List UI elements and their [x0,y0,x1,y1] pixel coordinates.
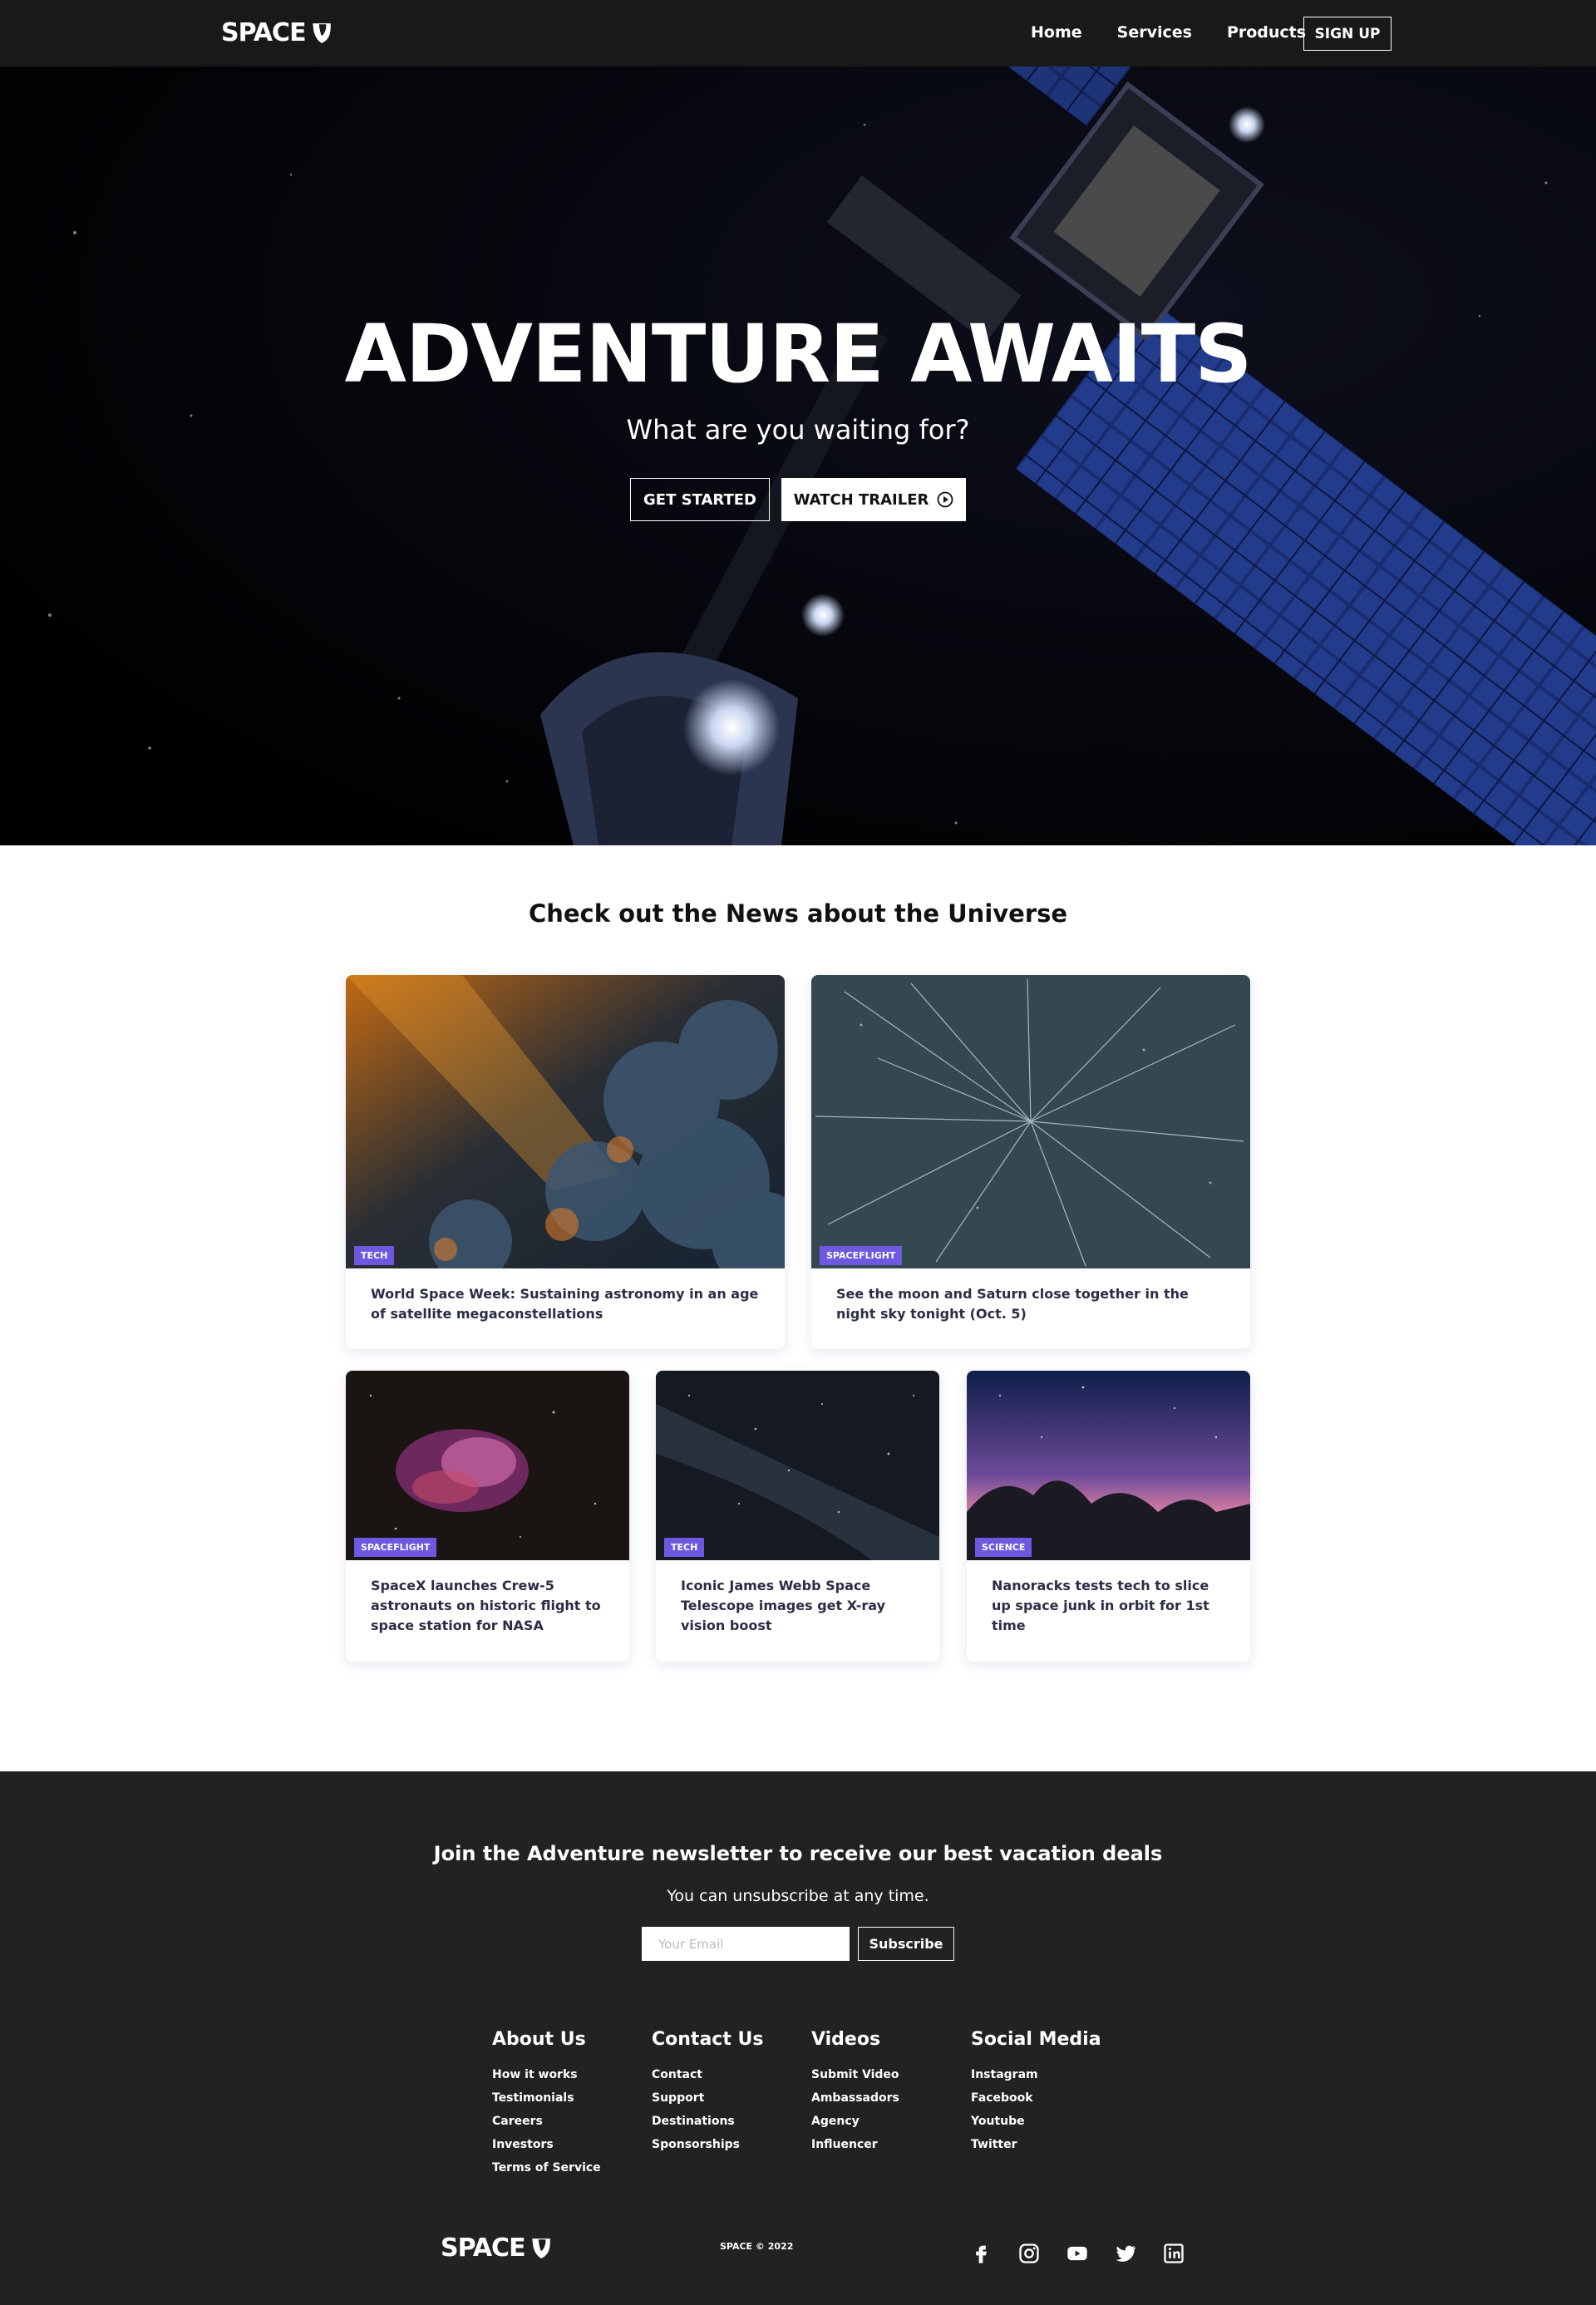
footer-brand-logo[interactable]: SPACE [441,2234,552,2263]
footer-link[interactable]: Sponsorships [652,2133,763,2156]
watch-trailer-button[interactable]: WATCH TRAILER [781,478,966,521]
footer-column-title: About Us [492,2029,586,2050]
nav-home[interactable]: Home [1031,23,1082,42]
footer-column-title: Videos [811,2029,881,2050]
footer-link[interactable]: Contact [652,2063,763,2086]
youtube-icon[interactable] [1066,2242,1089,2265]
footer-link[interactable]: Destinations [652,2110,763,2133]
newsletter-email-input[interactable] [642,1927,850,1961]
news-card-image [346,975,785,1268]
footer-link[interactable]: Support [652,2086,763,2110]
footer-column-social: Social Media Instagram Facebook Youtube … [971,2029,1101,2156]
news-card[interactable]: SCIENCE Nanoracks tests tech to slice up… [967,1371,1250,1662]
footer-link[interactable]: Twitter [971,2133,1101,2156]
footer-column-about: About Us How it works Testimonials Caree… [492,2029,601,2179]
footer-column-title: Social Media [971,2029,1101,2050]
news-card-title: Nanoracks tests tech to slice up space j… [992,1578,1209,1633]
hero-actions: GET STARTED WATCH TRAILER [630,478,966,521]
footer-link[interactable]: Youtube [971,2110,1101,2133]
logo-icon [311,22,332,45]
news-section-title: Check out the News about the Universe [528,899,1068,928]
footer-link[interactable]: How it works [492,2063,601,2086]
get-started-button[interactable]: GET STARTED [630,478,770,521]
navbar: SPACE Home Services Products SIGN UP [0,0,1596,66]
news-card-tag: TECH [664,1538,705,1557]
hero-subtitle: What are you waiting for? [626,414,970,446]
news-card-image [811,975,1250,1268]
brand-logo[interactable]: SPACE [221,18,332,47]
news-card-tag: SPACEFLIGHT [820,1246,903,1265]
news-card-title: Iconic James Webb Space Telescope images… [681,1578,886,1633]
instagram-icon[interactable] [1017,2242,1041,2265]
subscribe-button[interactable]: Subscribe [858,1927,954,1961]
news-card[interactable]: SPACEFLIGHT See the moon and Saturn clos… [811,975,1250,1349]
news-card[interactable]: SPACEFLIGHT SpaceX launches Crew-5 astro… [346,1371,629,1662]
news-card[interactable]: TECH World Space Week: Sustaining astron… [346,975,785,1349]
newsletter-title: Join the Adventure newsletter to receive… [433,1842,1163,1865]
signup-button[interactable]: SIGN UP [1303,17,1392,51]
footer-column-contact: Contact Us Contact Support Destinations … [652,2029,763,2156]
footer-link[interactable]: Careers [492,2110,601,2133]
footer: Join the Adventure newsletter to receive… [0,1771,1596,2305]
copyright: SPACE © 2022 [720,2241,794,2252]
newsletter-subtitle: You can unsubscribe at any time. [667,1887,929,1905]
nav-products[interactable]: Products [1227,23,1306,42]
facebook-icon[interactable] [969,2242,993,2265]
hero-background-image [0,66,1596,845]
logo-icon [530,2237,552,2260]
footer-link[interactable]: Facebook [971,2086,1101,2110]
footer-link[interactable]: Terms of Service [492,2156,601,2179]
news-card-tag: TECH [354,1246,395,1265]
nav-services[interactable]: Services [1117,23,1192,42]
play-circle-icon [937,491,953,508]
news-card-image [346,1371,629,1560]
watch-trailer-label: WATCH TRAILER [793,490,929,509]
hero-section: ADVENTURE AWAITS What are you waiting fo… [0,66,1596,845]
footer-link[interactable]: Submit Video [811,2063,899,2086]
footer-link[interactable]: Testimonials [492,2086,601,2110]
brand-name: SPACE [221,18,307,47]
news-card-title: See the moon and Saturn close together i… [836,1286,1189,1322]
footer-brand-name: SPACE [441,2234,526,2263]
footer-link[interactable]: Ambassadors [811,2086,899,2110]
linkedin-icon[interactable] [1162,2242,1185,2265]
social-icons [969,2242,1185,2265]
news-card-image [967,1371,1250,1560]
footer-link[interactable]: Influencer [811,2133,899,2156]
footer-link[interactable]: Agency [811,2110,899,2133]
footer-column-videos: Videos Submit Video Ambassadors Agency I… [811,2029,899,2156]
twitter-icon[interactable] [1114,2242,1137,2265]
news-card-image [656,1371,939,1560]
news-card[interactable]: TECH Iconic James Webb Space Telescope i… [656,1371,939,1662]
hero-title: ADVENTURE AWAITS [344,308,1253,401]
footer-column-title: Contact Us [652,2029,764,2050]
footer-link[interactable]: Investors [492,2133,601,2156]
news-card-title: SpaceX launches Crew-5 astronauts on his… [371,1578,601,1633]
news-card-tag: SCIENCE [975,1538,1032,1557]
footer-link[interactable]: Instagram [971,2063,1101,2086]
news-card-title: World Space Week: Sustaining astronomy i… [371,1286,759,1322]
news-card-tag: SPACEFLIGHT [354,1538,437,1557]
nav-links: Home Services Products [1031,23,1306,42]
